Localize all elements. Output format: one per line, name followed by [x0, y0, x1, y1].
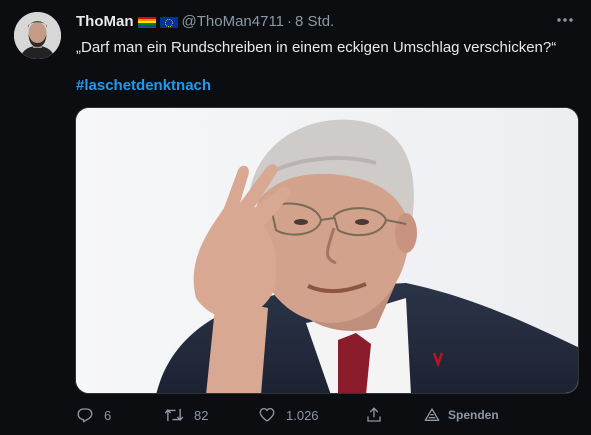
like-count: 1.026 — [286, 407, 319, 423]
like-button[interactable]: 1.026 — [258, 403, 319, 427]
share-button[interactable] — [365, 403, 383, 427]
hashtag-link[interactable]: #laschetdenktnach — [76, 76, 211, 96]
retweet-count: 82 — [194, 407, 209, 423]
share-icon — [367, 407, 381, 422]
avatar[interactable] — [14, 12, 61, 59]
more-button[interactable] — [553, 10, 577, 30]
retweet-icon — [164, 408, 184, 422]
tweet-text: „Darf man ein Rundschreiben in einem eck… — [76, 39, 557, 56]
separator: · — [287, 13, 293, 30]
donate-button[interactable]: Spenden — [424, 403, 499, 427]
display-name[interactable]: ThoMan — [76, 13, 134, 31]
like-icon — [259, 407, 275, 422]
timestamp[interactable]: 8 Std. — [295, 13, 334, 31]
tweet-header: ThoMan @ThoMan4711 · 8 Std. — [76, 13, 551, 31]
retweet-button[interactable]: 82 — [164, 403, 208, 427]
reply-count: 6 — [104, 407, 112, 423]
eu-flag-icon — [159, 16, 178, 28]
rainbow-flag-icon — [137, 16, 156, 28]
reply-icon — [77, 408, 93, 423]
tweet-actions: 6 82 1.026 Spenden — [76, 403, 506, 427]
donate-icon — [424, 408, 440, 421]
more-icon — [557, 18, 573, 22]
donate-label: Spenden — [448, 408, 499, 422]
tweet: ThoMan @ThoMan4711 · 8 Std. „Darf man ei… — [0, 0, 591, 435]
tweet-photo[interactable] — [75, 107, 579, 394]
reply-button[interactable]: 6 — [76, 403, 111, 427]
handle[interactable]: @ThoMan4711 — [182, 13, 285, 31]
